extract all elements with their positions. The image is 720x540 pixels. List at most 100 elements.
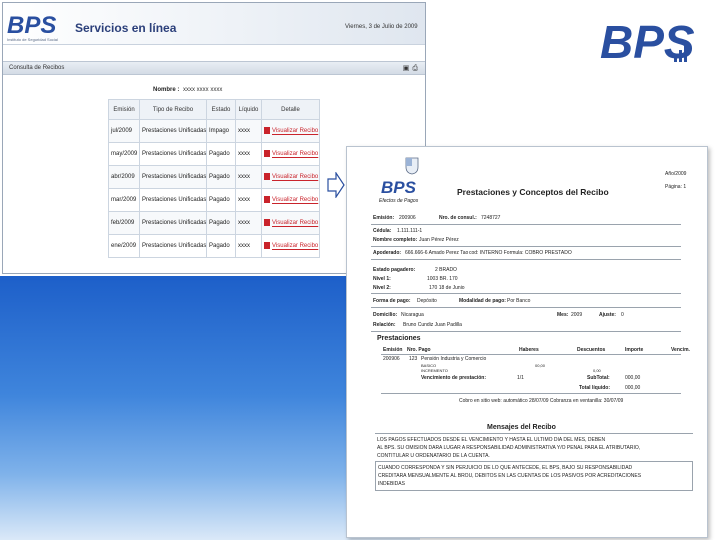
document-icon [264, 173, 270, 181]
receipt-bps-logo: BPS [381, 178, 417, 197]
window-logo-subtitle: Instituto de Seguridad Social [7, 37, 58, 42]
prestaciones-header-importe: Importe [625, 347, 644, 353]
cell-liquido: xxxx [235, 165, 262, 189]
estado-value: 2 BRADO [435, 267, 457, 273]
prestaciones-header-haberes: Haberes [519, 347, 539, 353]
nombre-label: Nombre : [153, 87, 180, 93]
print-icon[interactable]: ▣ [403, 65, 413, 72]
prestacion-sub-line-2: INCREMENTO [421, 368, 448, 373]
nivel1-value: 1003 BR. 170 [427, 276, 458, 282]
prestacion-mid-value: 00,00 [535, 363, 546, 368]
apoderado-value: 666.666-6 Amado Perez Tao [405, 250, 469, 256]
table-row: jul/2009 Prestaciones Unificadas Impago … [108, 119, 320, 143]
mensaje-1-line-2: AL BPS. SU OMISION DARA LUGAR A RESPONSA… [377, 445, 641, 451]
cell-liquido: xxxx [235, 234, 262, 258]
subtotal-label: SubTotal: [587, 375, 610, 381]
view-receipt-link[interactable]: Visualizar Recibo [272, 152, 318, 158]
mensajes-title: Mensajes del Recibo [487, 424, 556, 431]
page-title: Servicios en línea [75, 21, 177, 35]
table-row: ene/2009 Prestaciones Unificadas Pagado … [108, 234, 320, 258]
table-row: abr/2009 Prestaciones Unificadas Pagado … [108, 165, 320, 189]
section-bar: Consulta de Recibos ▣⎙ [3, 61, 425, 75]
section-icons: ▣⎙ [403, 64, 421, 73]
svg-text:BPS: BPS [7, 12, 56, 39]
cell-detalle: Visualizar Recibo [261, 119, 320, 143]
cell-estado: Pagado [206, 165, 236, 189]
table-row: mar/2009 Prestaciones Unificadas Pagado … [108, 188, 320, 212]
cell-liquido: xxxx [235, 211, 262, 235]
document-icon [264, 219, 270, 227]
modalidad-value: Por Banco [507, 298, 531, 304]
prestaciones-title: Prestaciones [377, 335, 421, 342]
view-receipt-link[interactable]: Visualizar Recibo [272, 198, 318, 204]
vencimiento-value: 1/1 [517, 375, 524, 381]
bps-logo: BPS [600, 16, 695, 64]
cell-liquido: xxxx [235, 188, 262, 212]
cell-liquido: xxxx [235, 119, 262, 143]
emision-value: 200906 [399, 215, 416, 221]
total-liquido-value: 000,00 [625, 385, 641, 391]
total-liquido-label: Total líquido: [579, 385, 611, 391]
cell-estado: Pagado [206, 234, 236, 258]
document-icon [264, 150, 270, 158]
cell-emision: ene/2009 [108, 234, 140, 258]
document-icon [264, 127, 270, 135]
nivel2-value: 170 18 de Junio [429, 285, 465, 291]
nivel1-label: Nivel 1: [373, 276, 391, 282]
cell-detalle: Visualizar Recibo [261, 142, 320, 166]
prestacion-right-value: 0,00 [593, 368, 601, 373]
cell-estado: Impago [206, 119, 236, 143]
receipt-logo-subtitle: Efectos de Pagos [379, 198, 419, 204]
header-date: Viernes, 3 de Julio de 2009 [345, 24, 418, 30]
table-row: feb/2009 Prestaciones Unificadas Pagado … [108, 211, 320, 235]
column-header: Estado [206, 99, 236, 120]
mensaje-2-line-3: INDEBIDAS [378, 481, 405, 487]
nombre-completo-label: Nombre completo: [373, 237, 418, 243]
column-header: Tipo de Recibo [139, 99, 207, 120]
domicilio-label: Domicilio: [373, 312, 398, 318]
nivel2-label: Nivel 2: [373, 285, 391, 291]
disk-icon[interactable]: ⎙ [412, 65, 421, 72]
domicilio-value: Nicaragua [401, 312, 424, 318]
cell-tipo: Prestaciones Unificadas [139, 165, 207, 189]
table-header-row: Emisión Tipo de Recibo Estado Líquido De… [108, 99, 320, 120]
prestaciones-header-nro: Nro. Pago [407, 347, 431, 353]
view-receipt-link[interactable]: Visualizar Recibo [272, 221, 318, 227]
receipts-table: Emisión Tipo de Recibo Estado Líquido De… [108, 99, 320, 258]
mensaje-2-box: CUANDO CORRESPONDA Y SIN PERJUICIO DE LO… [375, 461, 693, 491]
cobro-text: Cobro en sitio web: automático 28/07/09 … [459, 398, 624, 404]
estado-label: Estado pagadero: [373, 267, 416, 273]
cell-estado: Pagado [206, 211, 236, 235]
arrow-right-icon [327, 172, 345, 198]
ajuste-label: Ajuste: [599, 312, 616, 318]
cell-emision: may/2009 [108, 142, 140, 166]
receipt-title: Prestaciones y Conceptos del Recibo [457, 187, 609, 197]
window-header: BPS Instituto de Seguridad Social Servic… [3, 3, 425, 45]
view-receipt-link[interactable]: Visualizar Recibo [272, 175, 318, 181]
nombre-completo-value: Juan Pérez Pérez [419, 237, 459, 243]
section-title: Consulta de Recibos [9, 65, 65, 71]
cell-detalle: Visualizar Recibo [261, 165, 320, 189]
view-receipt-link[interactable]: Visualizar Recibo [272, 244, 318, 250]
relacion-label: Relación: [373, 322, 396, 328]
mensaje-1-line-1: LOS PAGOS EFECTUADOS DESDE EL VENCIMIENT… [377, 437, 606, 443]
receipt-document: BPS Efectos de Pagos Prestaciones y Conc… [346, 146, 708, 538]
mes-value: 2009 [571, 312, 583, 318]
cell-tipo: Prestaciones Unificadas [139, 188, 207, 212]
nombre-value: xxxx xxxx xxxx [183, 87, 223, 93]
document-icon [264, 196, 270, 204]
column-header: Emisión [108, 99, 140, 120]
prestaciones-header-descuentos: Descuentos [577, 347, 606, 353]
cedula-label: Cédula: [373, 228, 392, 234]
mensaje-2-line-1: CUANDO CORRESPONDA Y SIN PERJUICIO DE LO… [378, 465, 633, 471]
view-receipt-link[interactable]: Visualizar Recibo [272, 129, 318, 135]
cell-detalle: Visualizar Recibo [261, 188, 320, 212]
prestacion-row-desc: Pensión Industria y Comercio [421, 356, 487, 362]
cedula-value: 1.111.111-1 [397, 228, 423, 234]
relacion-value: Bruno Cundiz Juan Padilla [403, 322, 462, 328]
cell-emision: jul/2009 [108, 119, 140, 143]
prestaciones-header-vencimiento: Vencim. [671, 347, 690, 353]
document-icon [264, 242, 270, 250]
column-header: Líquido [235, 99, 262, 120]
cell-liquido: xxxx [235, 142, 262, 166]
